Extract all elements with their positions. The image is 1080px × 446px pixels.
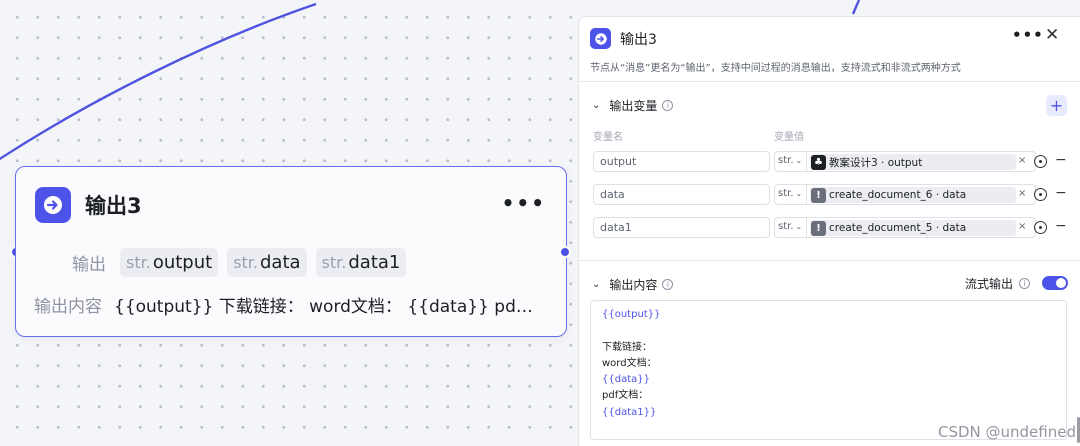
output-vars-section-toggle[interactable]: ⌄ 输出变量 i <box>592 97 674 114</box>
doc-node-icon: ♣ <box>811 154 826 170</box>
variable-name-input[interactable]: data <box>593 184 770 205</box>
column-header-value: 变量值 <box>774 132 804 143</box>
output-node-card[interactable]: 输出3 ••• 输出 str. output str. data str. data1… <box>15 166 567 337</box>
variable-type-select[interactable]: str. ⌄ <box>774 184 807 205</box>
remove-variable-button[interactable]: − <box>1055 152 1067 168</box>
editor-line: word文档： <box>602 357 657 369</box>
node-output-label: 输出 <box>72 255 106 275</box>
plugin-node-icon: ! <box>811 220 826 236</box>
column-header-name: 变量名 <box>593 132 623 143</box>
output-node-icon <box>35 187 71 223</box>
editor-line: 下载链接： <box>602 341 652 353</box>
remove-variable-button[interactable]: − <box>1055 185 1067 201</box>
variable-name-input[interactable]: output <box>593 151 770 172</box>
panel-title: 输出3 <box>620 31 657 48</box>
remove-variable-button[interactable]: − <box>1055 218 1067 234</box>
panel-more-icon[interactable]: ••• <box>1012 26 1044 44</box>
clear-reference-icon[interactable]: × <box>1018 221 1026 232</box>
editor-line: {{output}} <box>602 309 661 320</box>
stream-output-toggle[interactable] <box>1042 276 1068 290</box>
chevron-down-icon: ⌄ <box>592 279 601 290</box>
output-var-chip: str. data1 <box>315 248 407 277</box>
node-more-icon[interactable]: ••• <box>502 191 546 215</box>
panel-description: 节点从“消息”更名为“输出”，支持中间过程的消息输出，支持流式和非流式两种方式 <box>590 63 961 74</box>
target-icon[interactable] <box>1034 188 1047 201</box>
variable-reference-field[interactable]: ! create_document_5 · data × <box>807 217 1047 238</box>
plugin-node-icon: ! <box>811 187 826 203</box>
output-node-icon <box>590 28 611 49</box>
node-output-port[interactable] <box>559 246 571 258</box>
info-icon: i <box>1019 278 1031 289</box>
close-icon[interactable]: ✕ <box>1045 25 1059 45</box>
variable-reference-field[interactable]: ♣ 教案设计3 · output × <box>807 151 1047 172</box>
variable-row: data str. ⌄ ! create_document_6 · data × − <box>593 184 1073 205</box>
node-content-label: 输出内容 <box>34 297 102 317</box>
node-config-panel: 输出3 ••• ✕ 节点从“消息”更名为“输出”，支持中间过程的消息输出，支持流… <box>578 16 1080 446</box>
node-content-preview: {{output}} 下载链接： word文档： {{data}} pd… <box>114 297 533 317</box>
editor-line: {{data}} <box>602 374 650 386</box>
info-icon: i <box>662 279 674 290</box>
output-content-section-toggle[interactable]: ⌄ 输出内容 i <box>592 276 674 293</box>
clear-reference-icon[interactable]: × <box>1018 188 1026 199</box>
variable-row: data1 str. ⌄ ! create_document_5 · data × … <box>593 217 1073 238</box>
add-variable-button[interactable]: + <box>1046 95 1067 116</box>
editor-line: pdf文档： <box>602 390 649 402</box>
variable-row: output str. ⌄ ♣ 教案设计3 · output × − <box>593 151 1073 172</box>
target-icon[interactable] <box>1034 155 1047 168</box>
variable-type-select[interactable]: str. ⌄ <box>774 217 807 238</box>
info-icon: i <box>662 100 674 111</box>
output-var-chip: str. data <box>227 248 307 277</box>
variable-reference-field[interactable]: ! create_document_6 · data × <box>807 184 1047 205</box>
watermark-text: CSDN @undefined <box>937 423 1076 441</box>
node-title: 输出3 <box>85 194 142 218</box>
output-content-editor[interactable]: {{output}} 下载链接： word文档： {{data}} pdf文档：… <box>590 300 1067 440</box>
stream-output-label: 流式输出 i <box>965 275 1031 292</box>
target-icon[interactable] <box>1034 221 1047 234</box>
output-var-chip: str. output <box>120 248 219 277</box>
variable-name-input[interactable]: data1 <box>593 217 770 238</box>
clear-reference-icon[interactable]: × <box>1018 155 1026 166</box>
chevron-down-icon: ⌄ <box>592 100 601 111</box>
editor-line: {{data1}} <box>602 406 657 418</box>
variable-type-select[interactable]: str. ⌄ <box>774 151 807 172</box>
